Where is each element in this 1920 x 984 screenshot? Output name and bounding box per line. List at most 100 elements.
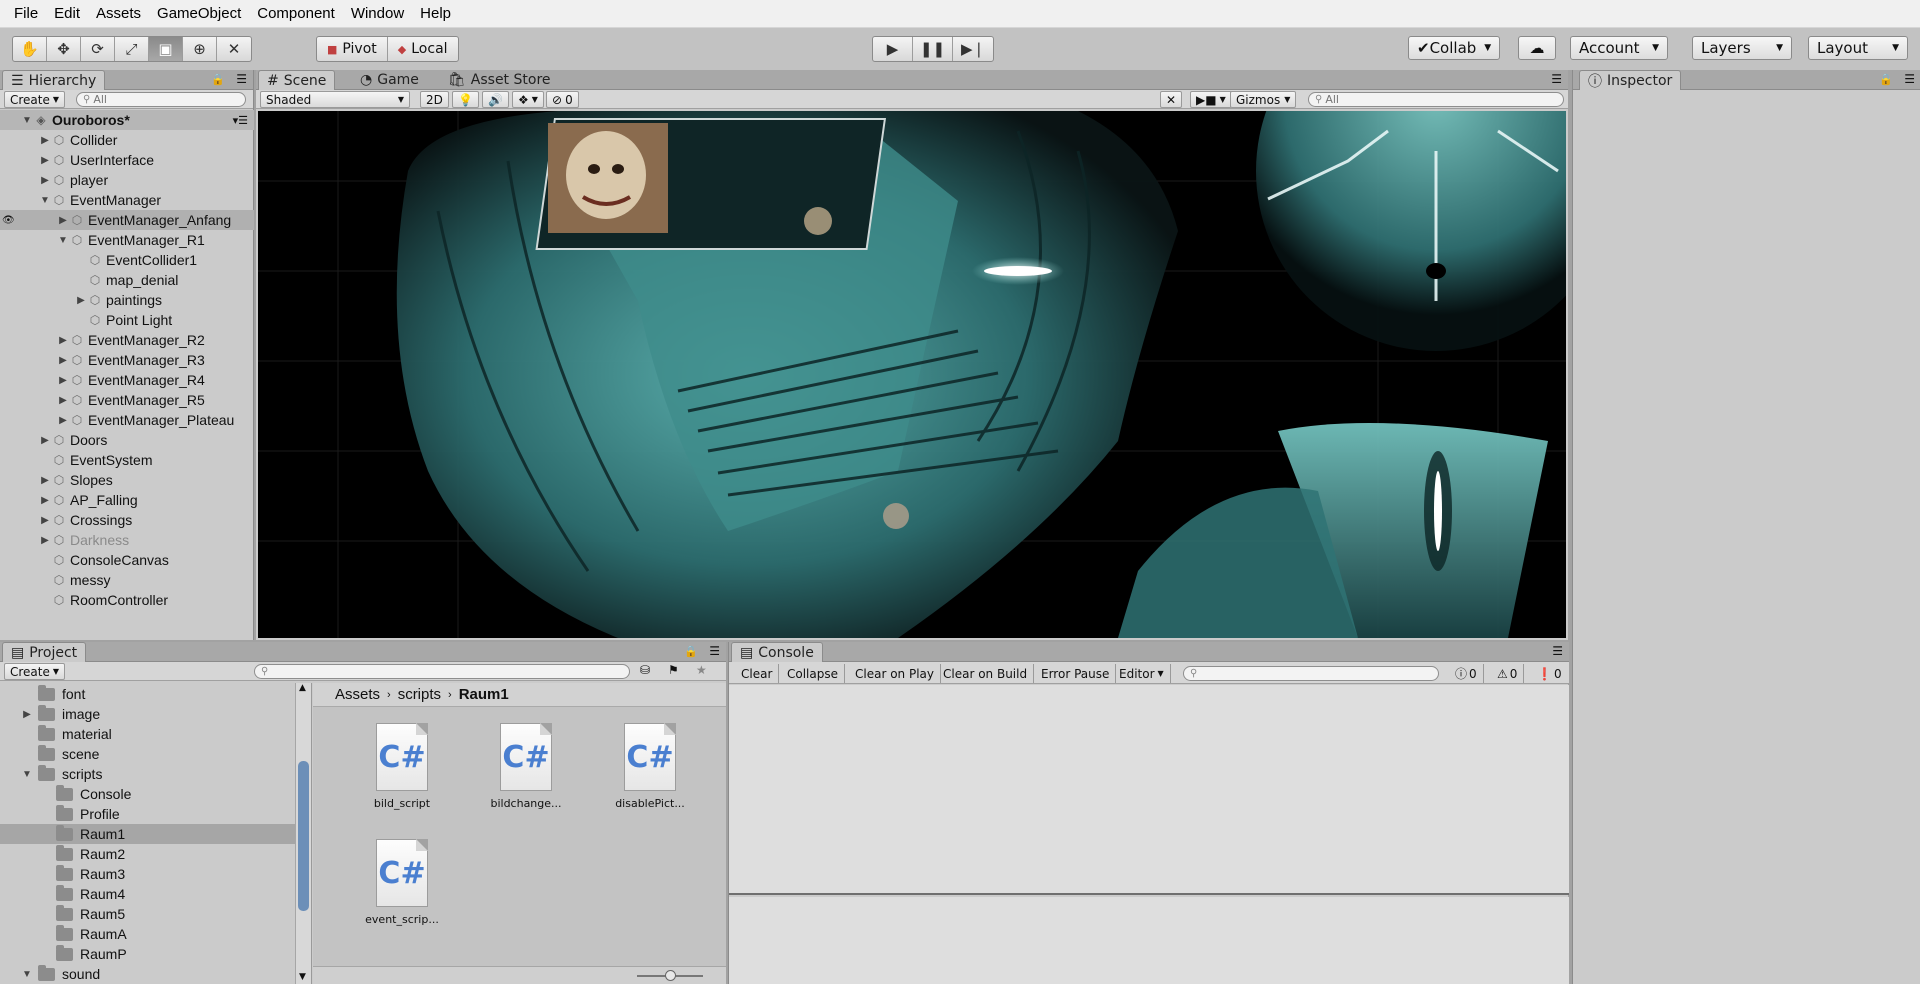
console-detail-area[interactable] bbox=[729, 897, 1569, 984]
expand-right-arrow-icon[interactable]: ▶ bbox=[56, 215, 70, 226]
hierarchy-item[interactable]: ▼ ⬡ EventManager bbox=[0, 190, 254, 210]
folder-tree-scrollbar[interactable]: ▲ ▼ bbox=[295, 683, 311, 984]
expand-right-arrow-icon[interactable]: ▶ bbox=[38, 495, 52, 506]
filter-type-icon[interactable]: ⛁ bbox=[640, 663, 650, 677]
tab-project[interactable]: ▤ Project bbox=[2, 642, 87, 662]
tab-hierarchy[interactable]: ☰ Hierarchy bbox=[2, 70, 106, 90]
panel-menu-icon[interactable]: ☰ bbox=[1904, 72, 1915, 86]
expand-right-arrow-icon[interactable]: ▶ bbox=[38, 135, 52, 146]
asset-item[interactable]: C# event_scrip... bbox=[342, 839, 462, 926]
expand-right-arrow-icon[interactable]: ▶ bbox=[56, 355, 70, 366]
rotate-icon[interactable]: ⟳ bbox=[81, 37, 115, 61]
panel-menu-icon[interactable]: ☰ bbox=[709, 644, 720, 658]
scene-viewport[interactable] bbox=[258, 111, 1566, 638]
move-icon[interactable]: ✥ bbox=[47, 37, 81, 61]
breadcrumb-assets[interactable]: Assets bbox=[335, 686, 380, 703]
expand-right-arrow-icon[interactable]: ▶ bbox=[38, 535, 52, 546]
warning-filter-toggle[interactable]: ⚠ 0 bbox=[1491, 664, 1525, 683]
expand-right-arrow-icon[interactable]: ▶ bbox=[38, 435, 52, 446]
gizmos-dropdown[interactable]: Gizmos ▼ bbox=[1230, 91, 1297, 108]
project-folder-item[interactable]: Console bbox=[0, 784, 296, 804]
info-filter-toggle[interactable]: ⓘ 0 bbox=[1449, 664, 1484, 683]
expand-right-arrow-icon[interactable]: ▶ bbox=[38, 155, 52, 166]
error-filter-toggle[interactable]: ❗ 0 bbox=[1531, 664, 1568, 683]
expand-right-arrow-icon[interactable]: ▶ bbox=[38, 475, 52, 486]
hierarchy-item[interactable]: ▶ ⬡ EventManager_R5 bbox=[0, 390, 254, 410]
transform-icon[interactable]: ⊕ bbox=[183, 37, 217, 61]
menu-help[interactable]: Help bbox=[412, 5, 459, 22]
layout-dropdown[interactable]: Layout ▼ bbox=[1808, 36, 1908, 60]
expand-right-arrow-icon[interactable]: ▶ bbox=[56, 415, 70, 426]
project-search[interactable]: ⚲ bbox=[254, 664, 630, 679]
console-log-area[interactable] bbox=[729, 685, 1569, 895]
project-folder-item[interactable]: Profile bbox=[0, 804, 296, 824]
menu-assets[interactable]: Assets bbox=[88, 5, 149, 22]
hierarchy-item[interactable]: 👁 ▶ ⬡ EventManager_Anfang bbox=[0, 210, 254, 230]
expand-down-arrow-icon[interactable]: ▼ bbox=[38, 195, 52, 206]
project-folder-item[interactable]: scene bbox=[0, 744, 296, 764]
hierarchy-item[interactable]: ▶ ⬡ EventManager_R4 bbox=[0, 370, 254, 390]
lighting-toggle[interactable]: 💡 bbox=[452, 91, 479, 108]
project-folder-item[interactable]: Raum3 bbox=[0, 864, 296, 884]
tab-console[interactable]: ▤ Console bbox=[731, 642, 823, 662]
expand-right-arrow-icon[interactable]: ▶ bbox=[38, 515, 52, 526]
project-folder-item[interactable]: Raum2 bbox=[0, 844, 296, 864]
expand-down-arrow-icon[interactable]: ▼ bbox=[56, 235, 70, 246]
project-folder-item[interactable]: Raum1 bbox=[0, 824, 296, 844]
play-icon[interactable]: ▶ bbox=[873, 37, 913, 61]
project-folder-item[interactable]: material bbox=[0, 724, 296, 744]
hand-icon[interactable]: ✋ bbox=[13, 37, 47, 61]
menu-component[interactable]: Component bbox=[249, 5, 343, 22]
scene-menu-icon[interactable]: ▾☰ bbox=[233, 114, 248, 127]
clear-on-build-button[interactable]: Clear on Build bbox=[937, 664, 1035, 683]
visibility-eye-icon[interactable]: 👁 bbox=[2, 215, 15, 226]
hierarchy-item[interactable]: ▶ ⬡ EventManager_R2 bbox=[0, 330, 254, 350]
scene-search-input[interactable] bbox=[1325, 93, 1563, 106]
menu-edit[interactable]: Edit bbox=[46, 5, 88, 22]
editor-dropdown[interactable]: Editor ▼ bbox=[1113, 664, 1171, 683]
scene-root-row[interactable]: ▼ ◈ Ouroboros* ▾☰ bbox=[0, 110, 254, 130]
breadcrumb-scripts[interactable]: scripts bbox=[398, 686, 441, 703]
asset-item[interactable]: C# disablePict... bbox=[590, 723, 710, 810]
hierarchy-item[interactable]: ▶ ⬡ EventManager_Plateau bbox=[0, 410, 254, 430]
project-folder-item[interactable]: ▼ sound bbox=[0, 964, 296, 984]
hierarchy-item[interactable]: ⬡ map_denial bbox=[0, 270, 254, 290]
lock-icon[interactable]: 🔒 bbox=[211, 73, 225, 86]
hierarchy-item[interactable]: ⬡ RoomController bbox=[0, 590, 254, 610]
hierarchy-item[interactable]: ▼ ⬡ EventManager_R1 bbox=[0, 230, 254, 250]
pivot-button[interactable]: ■ Pivot bbox=[317, 37, 388, 61]
effects-dropdown[interactable]: ❖ ▼ bbox=[512, 91, 544, 108]
project-create-dropdown[interactable]: Create ▼ bbox=[4, 663, 66, 680]
hierarchy-item[interactable]: ▶ ⬡ Collider bbox=[0, 130, 254, 150]
local-button[interactable]: ◆ Local bbox=[388, 37, 458, 61]
hierarchy-item[interactable]: ▶ ⬡ Slopes bbox=[0, 470, 254, 490]
hierarchy-item[interactable]: ⬡ Point Light bbox=[0, 310, 254, 330]
breadcrumb-raum1[interactable]: Raum1 bbox=[459, 686, 509, 703]
filter-label-icon[interactable]: ⚑ bbox=[668, 663, 679, 677]
expand-right-arrow-icon[interactable]: ▶ bbox=[74, 295, 88, 306]
expand-right-arrow-icon[interactable]: ▶ bbox=[56, 395, 70, 406]
shading-mode-dropdown[interactable]: Shaded ▼ bbox=[260, 91, 410, 108]
expand-down-arrow-icon[interactable]: ▼ bbox=[20, 769, 34, 780]
hierarchy-item[interactable]: ⬡ EventSystem bbox=[0, 450, 254, 470]
expand-right-arrow-icon[interactable]: ▶ bbox=[38, 175, 52, 186]
step-icon[interactable]: ▶❘ bbox=[953, 37, 993, 61]
project-folder-item[interactable]: Raum5 bbox=[0, 904, 296, 924]
hierarchy-item[interactable]: ▶ ⬡ paintings bbox=[0, 290, 254, 310]
hierarchy-item[interactable]: ⬡ messy bbox=[0, 570, 254, 590]
project-folder-item[interactable]: RaumP bbox=[0, 944, 296, 964]
hidden-objects-toggle[interactable]: ⊘ 0 bbox=[546, 91, 579, 108]
project-folder-item[interactable]: ▼ scripts bbox=[0, 764, 296, 784]
hierarchy-item[interactable]: ▶ ⬡ EventManager_R3 bbox=[0, 350, 254, 370]
clear-button[interactable]: Clear bbox=[735, 664, 780, 683]
menu-gameobject[interactable]: GameObject bbox=[149, 5, 249, 22]
expand-right-arrow-icon[interactable]: ▶ bbox=[56, 375, 70, 386]
camera-dropdown[interactable]: ▶■ ▼ bbox=[1190, 91, 1232, 108]
cloud-button[interactable]: ☁ bbox=[1518, 36, 1556, 60]
project-folder-item[interactable]: font bbox=[0, 684, 296, 704]
tab-inspector[interactable]: ⓘ Inspector bbox=[1579, 70, 1682, 90]
audio-toggle[interactable]: 🔊 bbox=[482, 91, 509, 108]
lock-icon[interactable]: 🔒 bbox=[684, 645, 698, 658]
create-dropdown[interactable]: Create ▼ bbox=[4, 91, 66, 108]
clear-on-play-button[interactable]: Clear on Play bbox=[849, 664, 941, 683]
